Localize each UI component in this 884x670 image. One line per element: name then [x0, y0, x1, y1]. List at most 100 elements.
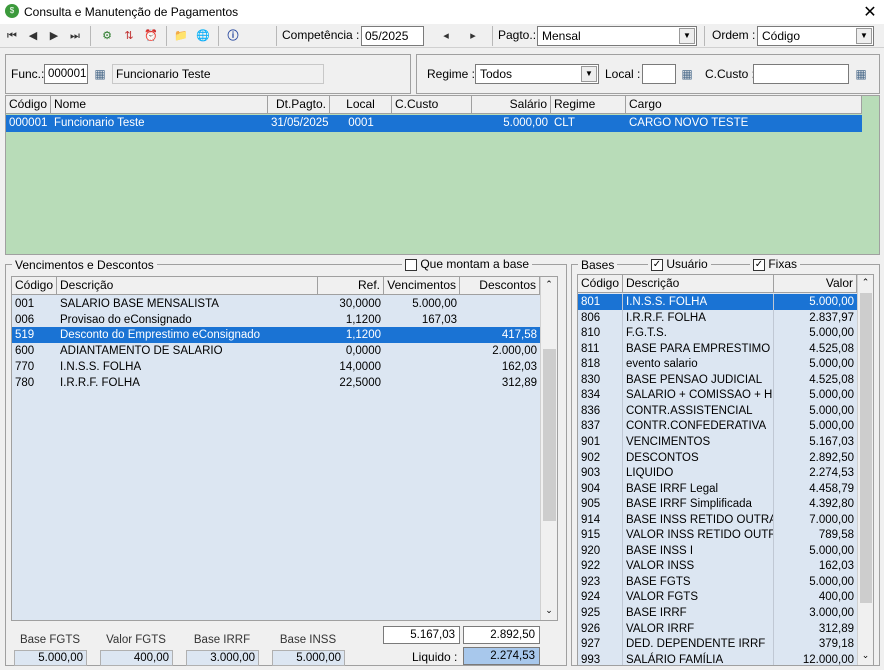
- table-row[interactable]: 914BASE INSS RETIDO OUTRAS EM 7.000,00: [578, 511, 857, 528]
- vertical-scrollbar[interactable]: ⌃ ⌄: [857, 275, 873, 665]
- scroll-thumb[interactable]: [543, 349, 556, 521]
- ccusto-input[interactable]: [753, 64, 849, 84]
- table-row[interactable]: 904 BASE IRRF Legal 4.458,79: [578, 480, 857, 497]
- clock-icon[interactable]: ⏰: [142, 27, 160, 45]
- table-row[interactable]: 770 I.N.S.S. FOLHA 14,0000 162,03: [12, 359, 540, 375]
- column-header[interactable]: Regime: [551, 96, 626, 114]
- scroll-down-icon[interactable]: ⌄: [541, 605, 557, 616]
- sort-icon[interactable]: ⇅: [120, 27, 138, 45]
- table-cell: 810: [578, 325, 623, 342]
- table-row[interactable]: 000001 Funcionario Teste 31/05/2025 0001 5.0…: [6, 115, 862, 132]
- table-row[interactable]: 923 BASE FGTS 5.000,00: [578, 573, 857, 590]
- table-row[interactable]: 926 VALOR IRRF 312,89: [578, 620, 857, 637]
- table-row[interactable]: 901 VENCIMENTOS 5.167,03: [578, 433, 857, 450]
- competencia-input[interactable]: 05/2025: [361, 26, 424, 46]
- column-header[interactable]: Vencimentos: [384, 277, 460, 295]
- competencia-next-icon[interactable]: ▸: [465, 27, 481, 45]
- checkbox-icon[interactable]: [405, 258, 417, 271]
- search-icon[interactable]: ▦: [853, 66, 869, 82]
- column-header[interactable]: Descrição: [623, 275, 774, 293]
- vertical-scrollbar[interactable]: ⌃ ⌄: [540, 277, 557, 620]
- regime-select[interactable]: Todos ▼: [475, 64, 599, 84]
- check-icon[interactable]: ✓: [753, 258, 765, 271]
- table-row[interactable]: 905 BASE IRRF Simplificada 4.392,80: [578, 496, 857, 513]
- usuario-checkbox[interactable]: ✓ Usuário: [648, 257, 711, 271]
- column-header[interactable]: Ref.: [318, 277, 384, 295]
- previous-record-icon[interactable]: ◀: [24, 27, 42, 45]
- table-cell: SALÁRIO FAMÍLIA: [623, 651, 774, 665]
- scroll-up-icon[interactable]: ⌃: [541, 279, 557, 290]
- folder-icon[interactable]: 📁: [172, 27, 190, 45]
- column-header[interactable]: C.Custo: [392, 96, 472, 114]
- table-row[interactable]: 818 evento salario 5.000,00: [578, 356, 857, 373]
- table-cell: 006: [15, 313, 35, 326]
- table-cell: DESCONTOS: [623, 449, 774, 466]
- table-row[interactable]: 600 ADIANTAMENTO DE SALARIO 0,0000 2.000,00: [12, 343, 540, 359]
- employee-filter-panel: Func.: 000001 ▦ Funcionario Teste: [5, 54, 411, 94]
- search-icon[interactable]: ▦: [92, 66, 108, 82]
- table-row[interactable]: 806 I.R.R.F. FOLHA 2.837,97: [578, 309, 857, 326]
- table-row[interactable]: 924 VALOR FGTS 400,00: [578, 589, 857, 606]
- column-header[interactable]: Salário: [472, 96, 551, 114]
- table-cell: 923: [578, 573, 623, 590]
- montam-base-checkbox[interactable]: Que montam a base: [402, 257, 533, 271]
- table-row[interactable]: 903 LIQUIDO 2.274,53: [578, 465, 857, 482]
- table-row[interactable]: 922 VALOR INSS 162,03: [578, 558, 857, 575]
- scroll-down-icon[interactable]: ⌄: [858, 650, 873, 661]
- table-row[interactable]: 519 Desconto do Emprestimo eConsignado 1,1…: [12, 327, 540, 344]
- table-row[interactable]: 902 DESCONTOS 2.892,50: [578, 449, 857, 466]
- table-row[interactable]: 830 BASE PENSAO JUDICIAL 4.525,08: [578, 371, 857, 388]
- table-row[interactable]: 915VALOR INSS RETIDO OUTRAS 789,58: [578, 527, 857, 544]
- table-row[interactable]: 001 SALARIO BASE MENSALISTA 30,0000 5.000,0…: [12, 296, 540, 312]
- local-input[interactable]: [642, 64, 676, 84]
- next-record-icon[interactable]: ▶: [45, 27, 63, 45]
- competencia-prev-icon[interactable]: ◂: [438, 27, 454, 45]
- last-record-icon[interactable]: ⏭: [66, 27, 84, 45]
- table-row[interactable]: 006 Provisao do eConsignado 1,1200 167,03: [12, 312, 540, 328]
- table-cell: 904: [578, 480, 623, 497]
- close-icon[interactable]: ✕: [860, 2, 880, 22]
- column-header[interactable]: Nome: [51, 96, 268, 114]
- table-cell: CONTR.ASSISTENCIAL: [623, 402, 774, 419]
- table-row[interactable]: 837 CONTR.CONFEDERATIVA 5.000,00: [578, 418, 857, 435]
- table-row[interactable]: 780 I.R.R.F. FOLHA 22,5000 312,89: [12, 375, 540, 391]
- table-row[interactable]: 834 SALARIO + COMISSAO + H.E. 5.000,00: [578, 387, 857, 404]
- column-header[interactable]: Código: [6, 96, 51, 114]
- chevron-down-icon[interactable]: ▼: [679, 28, 695, 44]
- table-row[interactable]: 811BASE PARA EMPRESTIMO ECO 4.525,08: [578, 340, 857, 357]
- scroll-up-icon[interactable]: ⌃: [858, 277, 873, 288]
- chevron-down-icon[interactable]: ▼: [581, 66, 597, 82]
- table-cell: [384, 327, 460, 343]
- column-header[interactable]: Código: [12, 277, 57, 295]
- column-header[interactable]: Dt.Pagto.: [268, 96, 330, 114]
- table-cell: 30,0000: [339, 298, 381, 310]
- scroll-thumb[interactable]: [860, 293, 872, 603]
- fixas-checkbox[interactable]: ✓ Fixas: [750, 257, 801, 271]
- search-icon[interactable]: ▦: [679, 66, 695, 82]
- func-code-input[interactable]: 000001: [44, 64, 88, 84]
- globe-icon[interactable]: 🌐: [194, 27, 212, 45]
- column-header[interactable]: Descrição: [57, 277, 318, 295]
- table-row[interactable]: 810 F.G.T.S. 5.000,00: [578, 325, 857, 342]
- first-record-icon[interactable]: ⏮: [3, 27, 21, 45]
- column-header[interactable]: Valor: [774, 275, 857, 293]
- info-icon[interactable]: ⓘ: [224, 27, 242, 45]
- table-row[interactable]: 925 BASE IRRF 3.000,00: [578, 605, 857, 621]
- settings-icon[interactable]: ⚙: [98, 27, 116, 45]
- column-header[interactable]: Cargo: [626, 96, 862, 114]
- column-header[interactable]: Descontos: [460, 277, 540, 295]
- table-row[interactable]: 801 I.N.S.S. FOLHA 5.000,00: [578, 294, 857, 310]
- table-row[interactable]: 993 SALÁRIO FAMÍLIA 12.000,00: [578, 651, 857, 665]
- table-cell: 5.000,00: [809, 544, 854, 557]
- pagto-select[interactable]: Mensal ▼: [537, 26, 697, 46]
- table-cell: ADIANTAMENTO DE SALARIO: [60, 345, 223, 358]
- table-row[interactable]: 836 CONTR.ASSISTENCIAL 5.000,00: [578, 402, 857, 419]
- ordem-select[interactable]: Código ▼: [757, 26, 874, 46]
- check-icon[interactable]: ✓: [651, 258, 663, 271]
- column-header[interactable]: Código: [578, 275, 623, 293]
- pagto-value: Mensal: [542, 29, 581, 43]
- column-header[interactable]: Local: [330, 96, 392, 114]
- table-row[interactable]: 927 DED. DEPENDENTE IRRF 379,18: [578, 636, 857, 653]
- table-row[interactable]: 920 BASE INSS I 5.000,00: [578, 542, 857, 559]
- chevron-down-icon[interactable]: ▼: [856, 28, 872, 44]
